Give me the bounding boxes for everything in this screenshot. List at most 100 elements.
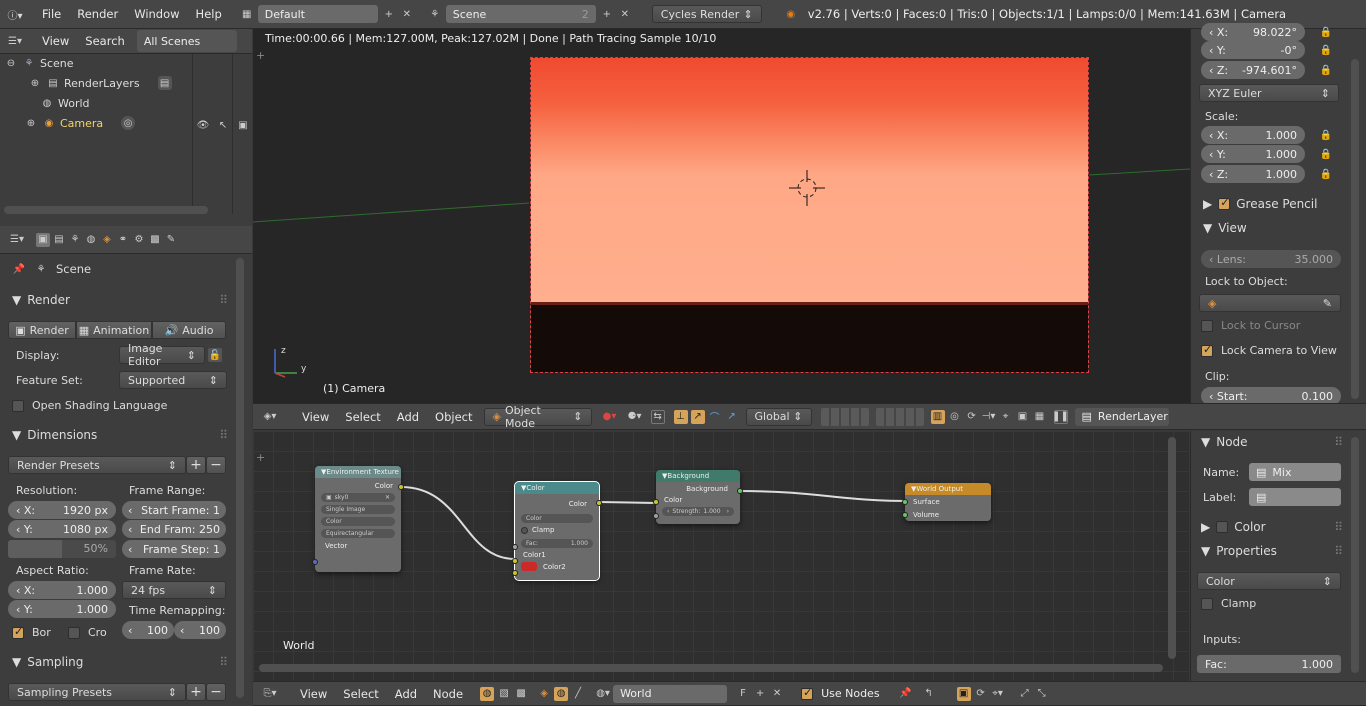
add-sampling-preset-button[interactable]: + — [186, 683, 206, 701]
node-color-check[interactable] — [1216, 521, 1229, 533]
texture-tree-icon[interactable]: ▩ — [514, 687, 528, 701]
shading-mode-icon[interactable]: ●▾ — [603, 410, 617, 424]
parent-tree-icon[interactable]: ↰ — [922, 687, 936, 701]
image-source-select[interactable]: Single Image — [321, 505, 395, 514]
color-space-select[interactable]: Color — [321, 517, 395, 526]
view-panel-header[interactable]: ▼ View — [1203, 221, 1339, 235]
close-layout-icon[interactable]: ✕ — [400, 7, 414, 21]
outliner-scrollbar[interactable] — [4, 206, 208, 214]
world-datablock-icon[interactable]: ◍▾ — [596, 687, 610, 701]
tree-item-camera[interactable]: ⊕ ◉ Camera ◎ — [24, 116, 136, 130]
use-nodes-check[interactable] — [801, 686, 814, 700]
sampling-panel-header[interactable]: ▼ Sampling ⠿ — [12, 655, 228, 669]
socket-in-color2[interactable] — [512, 570, 518, 576]
tab-scene-icon[interactable]: ⚘ — [68, 233, 82, 247]
scale-lock-x-icon[interactable]: 🔒 — [1319, 128, 1333, 142]
crop-check[interactable] — [68, 626, 80, 639]
frame-step-field[interactable]: ‹ Frame Step: 1 — [122, 540, 226, 558]
layer-buttons-2[interactable] — [875, 407, 924, 426]
scale-x-field[interactable]: ‹ X: 1.000 — [1201, 126, 1305, 144]
socket-in-vector[interactable] — [312, 559, 318, 565]
layout-icon[interactable]: ▦ — [240, 7, 254, 21]
paste-node-icon[interactable]: ⤡ — [1035, 687, 1049, 701]
feature-set-select[interactable]: Supported ⇕ — [119, 371, 227, 389]
socket-in-surface[interactable] — [902, 499, 908, 505]
visibility-eye-icon[interactable]: 👁 — [196, 118, 210, 132]
projection-select[interactable]: Equirectangular — [321, 529, 395, 538]
scale-y-field[interactable]: ‹ Y: 1.000 — [1201, 145, 1305, 163]
menu-window[interactable]: Window — [126, 7, 187, 21]
res-y-field[interactable]: ‹ Y: 1080 px — [8, 520, 116, 538]
properties-panel-header[interactable]: ▼ Properties ⠿ — [1201, 544, 1343, 558]
aspect-x-field[interactable]: ‹ X: 1.000 — [8, 581, 116, 599]
node-editor[interactable]: + ▼ Environment Texture Color ▣ sky0 ✕ Sin… — [253, 431, 1189, 681]
rotation-mode-select[interactable]: XYZ Euler ⇕ — [1199, 84, 1339, 102]
clamp-checkbox[interactable]: Clamp — [1201, 597, 1256, 610]
socket-in-color[interactable] — [653, 499, 659, 505]
collapse-icon[interactable]: ⊖ — [4, 56, 18, 70]
node-background[interactable]: ▼ Background Background Color ‹ Strength:… — [653, 470, 743, 524]
selectable-arrow-icon[interactable]: ↖ — [216, 118, 230, 132]
object-shader-icon[interactable]: ◈ — [537, 687, 551, 701]
display-mode-select[interactable]: All Scenes — [136, 30, 237, 52]
node-menu-node[interactable]: Node — [425, 687, 471, 701]
pause-render-icon[interactable]: ❚❚ — [1052, 409, 1069, 424]
v3d-menu-view[interactable]: View — [294, 410, 337, 424]
opengl-render-icon[interactable]: ▣ — [1016, 410, 1030, 424]
compositing-tree-icon[interactable]: ▧ — [497, 687, 511, 701]
world-shader-icon[interactable]: ◍ — [554, 686, 569, 701]
resolution-percent-slider[interactable]: 50% — [8, 540, 116, 558]
shader-tree-icon[interactable]: ◍ — [480, 686, 495, 701]
node-panel-header[interactable]: ▼ Node ⠿ — [1201, 435, 1343, 449]
color2-swatch[interactable] — [521, 562, 537, 571]
node-menu-add[interactable]: Add — [387, 687, 425, 701]
mode-select[interactable]: ◈ Object Mode ⇕ — [483, 404, 592, 430]
rotate-manipulator-icon[interactable]: ↗ — [690, 409, 705, 424]
tab-world-icon[interactable]: ◍ — [84, 233, 98, 247]
add-preset-button[interactable]: + — [186, 456, 206, 474]
snap-target-icon[interactable]: ⌖ — [999, 410, 1013, 424]
translate-manipulator-icon[interactable]: ⊥ — [673, 409, 688, 424]
backdrop-icon[interactable]: ▣ — [956, 686, 971, 701]
node-vertical-scrollbar[interactable] — [1168, 437, 1176, 659]
pin-icon[interactable]: 📌 — [12, 262, 26, 276]
osl-check[interactable] — [12, 399, 24, 412]
display-select[interactable]: Image Editor ⇕ — [119, 342, 205, 368]
lock-z-icon[interactable]: 🔒 — [1319, 63, 1333, 77]
remap-new-field[interactable]: ‹ 100 — [174, 621, 226, 639]
linestyle-shader-icon[interactable]: ╱ — [571, 687, 585, 701]
fake-user-icon[interactable]: F — [736, 687, 750, 701]
tab-modifiers-icon[interactable]: ⚙ — [132, 233, 146, 247]
viewport-3d[interactable]: Time:00:00.66 | Mem:127.00M, Peak:127.02… — [253, 29, 1190, 403]
scale-lock-y-icon[interactable]: 🔒 — [1319, 147, 1333, 161]
use-nodes-checkbox[interactable]: Use Nodes — [801, 686, 880, 700]
aspect-y-field[interactable]: ‹ Y: 1.000 — [8, 600, 116, 618]
render-camera-icon[interactable]: ▣ — [236, 118, 250, 132]
border-checkbox[interactable]: Bor — [12, 625, 51, 639]
view3d-editor-icon[interactable]: ◈▾ — [263, 410, 277, 424]
expand-icon[interactable]: ⊕ — [28, 76, 42, 90]
image-datablock-field[interactable]: ▣ sky0 ✕ — [321, 493, 395, 502]
tab-texture-icon[interactable]: ▩ — [148, 233, 162, 247]
node-mix-rgb[interactable]: ▼ Color Color Color Clamp Fac: 1.000 Colo… — [512, 481, 602, 581]
menu-file[interactable]: File — [34, 7, 69, 21]
sampling-presets-select[interactable]: Sampling Presets ⇕ — [8, 683, 186, 701]
opengl-anim-icon[interactable]: ▦ — [1033, 410, 1047, 424]
dimensions-panel-header[interactable]: ▼ Dimensions ⠿ — [12, 428, 228, 442]
strength-field[interactable]: ‹ Strength: 1.000 › — [662, 507, 734, 516]
node-horizontal-scrollbar[interactable] — [259, 664, 1163, 672]
manipulator-toggle-icon[interactable]: ⇆ — [650, 409, 665, 424]
transform-icon[interactable]: ↗ — [725, 410, 739, 424]
node-sidebar-scrollbar[interactable] — [1351, 437, 1359, 673]
render-button[interactable]: ▣ Render — [8, 321, 76, 339]
tree-item-world[interactable]: ◍ World — [40, 96, 90, 110]
blend-mode-select[interactable]: Color ⇕ — [1197, 572, 1341, 590]
scene-name-field[interactable]: Scene 2 — [445, 5, 596, 23]
socket-in-strength[interactable] — [653, 513, 659, 519]
lock-cursor-checkbox[interactable]: Lock to Cursor — [1201, 319, 1300, 332]
tab-object-icon[interactable]: ◈ — [100, 233, 114, 247]
scene-icon[interactable]: ⚘ — [428, 7, 442, 21]
location-z-field[interactable]: ‹ Z: -974.601° — [1201, 61, 1305, 79]
clamp-option[interactable]: Clamp — [515, 526, 599, 534]
node-editor-icon[interactable]: ⎘▾ — [263, 687, 277, 701]
